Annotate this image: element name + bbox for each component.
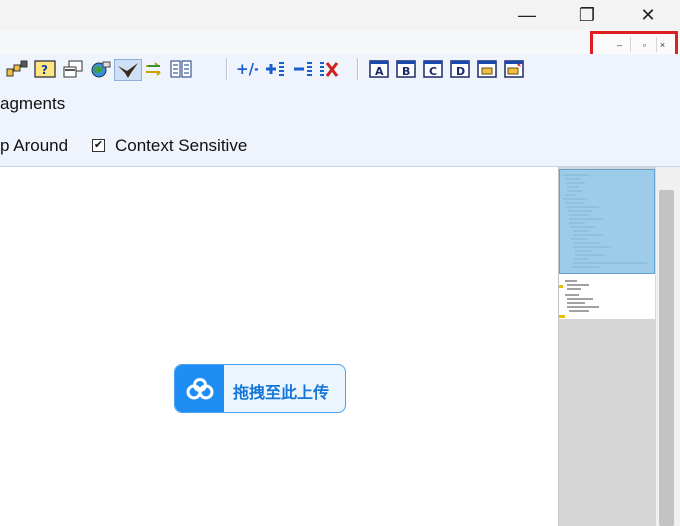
- minimize-icon: —: [518, 4, 536, 25]
- close-icon: ×: [659, 39, 666, 50]
- toolbar-separator: [226, 58, 228, 80]
- window-close-button[interactable]: ✕: [625, 0, 671, 30]
- bookmark-c-button[interactable]: C: [422, 59, 444, 79]
- clear-fold-icon[interactable]: [318, 59, 340, 79]
- windows-icon[interactable]: [61, 59, 85, 79]
- window-restore-button[interactable]: ❐: [564, 0, 610, 30]
- mdi-minimize-button[interactable]: –: [606, 34, 633, 55]
- expand-collapse-icon[interactable]: +/-: [236, 59, 258, 79]
- fragments-label: agments: [0, 94, 66, 113]
- minimap-viewport[interactable]: [559, 169, 655, 274]
- close-icon: ✕: [640, 4, 656, 25]
- mdi-close-button[interactable]: ×: [649, 34, 676, 55]
- upload-label: 拖拽至此上传: [233, 383, 330, 402]
- context-sensitive-checkbox[interactable]: ✔: [92, 139, 105, 152]
- globe-icon[interactable]: [88, 59, 112, 79]
- open-folder-icon[interactable]: [476, 59, 498, 79]
- eagle-icon[interactable]: [114, 59, 142, 81]
- collapse-all-icon[interactable]: [292, 59, 314, 79]
- svg-text:+/-: +/-: [236, 60, 258, 78]
- window-minimize-button[interactable]: —: [504, 0, 550, 30]
- editor-area[interactable]: [0, 167, 558, 526]
- compare-icon[interactable]: [169, 59, 193, 79]
- document-minimap[interactable]: [558, 167, 655, 526]
- letter-d-label: D: [456, 65, 465, 78]
- letter-c-label: C: [429, 65, 437, 78]
- swap-icon[interactable]: [143, 59, 165, 79]
- scrollbar-thumb[interactable]: [659, 190, 674, 526]
- window-titlebar: — ❐ ✕: [0, 0, 680, 30]
- restore-icon: ▫: [642, 39, 647, 50]
- new-folder-icon[interactable]: [503, 59, 525, 79]
- toolbar-separator: [357, 58, 359, 80]
- expand-all-icon[interactable]: [264, 59, 286, 79]
- wrap-around-label[interactable]: p Around: [0, 136, 68, 156]
- help-icon[interactable]: ?: [33, 59, 57, 79]
- cloud-icon: [175, 365, 224, 412]
- minimize-icon: –: [616, 39, 622, 50]
- context-sensitive-label[interactable]: Context Sensitive: [115, 136, 247, 156]
- bookmark-b-button[interactable]: B: [395, 59, 417, 79]
- layout-icon[interactable]: [5, 59, 29, 79]
- menu-bar: [0, 30, 680, 54]
- bookmark-a-button[interactable]: A: [368, 59, 390, 79]
- restore-icon: ❐: [578, 4, 596, 25]
- upload-drop-widget[interactable]: 拖拽至此上传: [174, 364, 346, 413]
- letter-b-label: B: [402, 65, 410, 78]
- letter-a-label: A: [375, 65, 384, 78]
- bookmark-d-button[interactable]: D: [449, 59, 471, 79]
- svg-text:?: ?: [41, 63, 48, 77]
